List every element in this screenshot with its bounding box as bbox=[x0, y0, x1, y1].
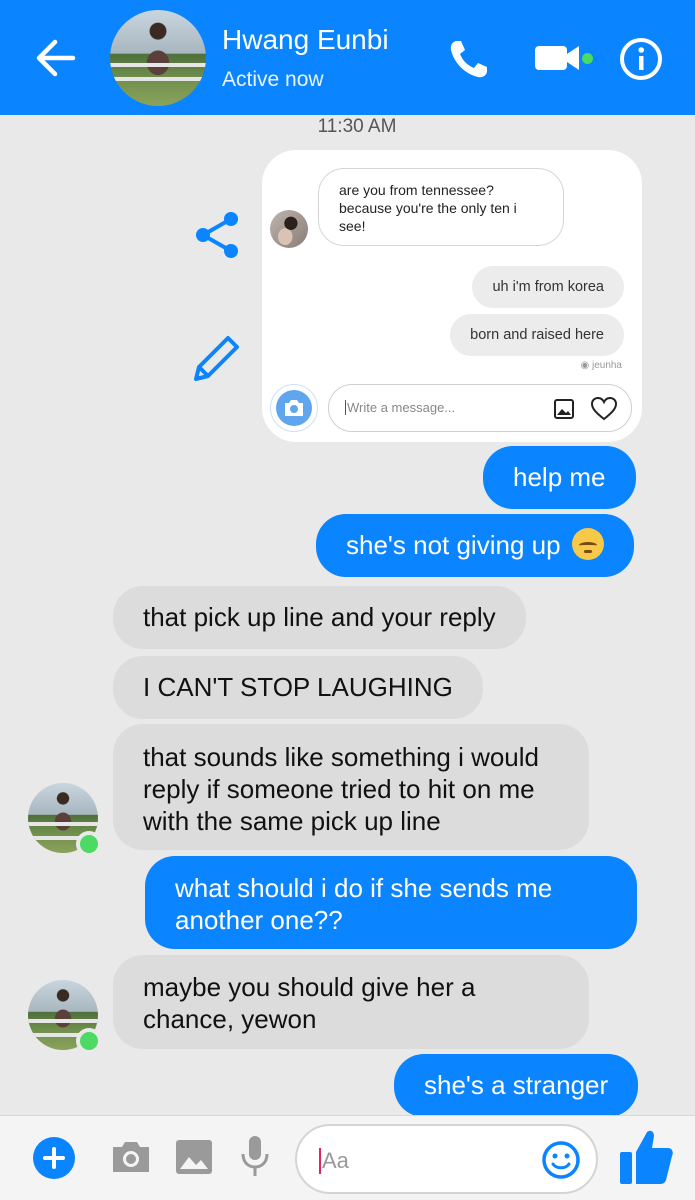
phone-icon[interactable] bbox=[447, 37, 493, 81]
camera-icon[interactable] bbox=[110, 1139, 152, 1175]
screenshot-reply: born and raised here bbox=[450, 314, 624, 356]
screenshot-placeholder: Write a message... bbox=[345, 400, 456, 415]
back-arrow-icon[interactable] bbox=[33, 36, 77, 80]
incoming-message[interactable]: that sounds like something i would reply… bbox=[113, 724, 589, 850]
incoming-message[interactable]: that pick up line and your reply bbox=[113, 586, 526, 649]
sender-avatar[interactable] bbox=[28, 980, 102, 1054]
thumbs-up-icon[interactable] bbox=[618, 1126, 674, 1188]
screenshot-incoming-message: are you from tennessee? because you're t… bbox=[318, 168, 564, 246]
outgoing-message[interactable]: she's not giving up bbox=[316, 514, 634, 577]
watermark-camera-icon: ◉ bbox=[580, 360, 592, 371]
image-icon bbox=[554, 399, 574, 419]
microphone-icon[interactable] bbox=[240, 1134, 270, 1178]
screenshot-camera-button bbox=[270, 384, 318, 432]
message-composer: Aa bbox=[0, 1115, 695, 1200]
screenshot-watermark: ◉ jeunha bbox=[580, 360, 622, 371]
info-icon[interactable] bbox=[618, 36, 664, 82]
message-timestamp: 11:30 AM bbox=[317, 116, 397, 137]
outgoing-message[interactable]: help me bbox=[483, 446, 636, 509]
edit-pencil-icon[interactable] bbox=[190, 333, 242, 385]
contact-status: Active now bbox=[222, 68, 324, 91]
message-text: she's not giving up bbox=[346, 530, 561, 560]
emoji-icon[interactable] bbox=[541, 1140, 581, 1180]
outgoing-message[interactable]: what should i do if she sends me another… bbox=[145, 856, 637, 949]
message-input[interactable]: Aa bbox=[295, 1124, 598, 1194]
video-camera-icon[interactable] bbox=[533, 40, 585, 76]
contact-avatar[interactable] bbox=[110, 10, 206, 106]
shared-screenshot[interactable]: are you from tennessee? because you're t… bbox=[262, 150, 642, 442]
screenshot-avatar bbox=[270, 210, 308, 248]
disappointed-face-emoji-icon bbox=[571, 528, 604, 560]
screenshot-message-field: Write a message... bbox=[328, 384, 632, 432]
sender-avatar[interactable] bbox=[28, 783, 102, 857]
chat-header: Hwang Eunbi Active now bbox=[0, 0, 695, 115]
online-indicator bbox=[76, 1028, 102, 1054]
plus-icon[interactable] bbox=[33, 1137, 75, 1179]
heart-icon bbox=[591, 397, 617, 421]
message-input-placeholder: Aa bbox=[319, 1148, 349, 1174]
share-icon[interactable] bbox=[193, 210, 241, 260]
camera-icon bbox=[285, 400, 303, 416]
watermark-text: jeunha bbox=[591, 360, 622, 371]
video-online-dot bbox=[582, 53, 593, 64]
contact-name[interactable]: Hwang Eunbi bbox=[222, 24, 389, 56]
gallery-icon[interactable] bbox=[175, 1139, 213, 1175]
outgoing-message[interactable]: she's a stranger bbox=[394, 1054, 639, 1117]
screenshot-reply: uh i'm from korea bbox=[472, 266, 624, 308]
incoming-message[interactable]: maybe you should give her a chance, yewo… bbox=[113, 955, 589, 1049]
online-indicator bbox=[76, 831, 102, 857]
incoming-message[interactable]: I CAN'T STOP LAUGHING bbox=[113, 656, 483, 719]
